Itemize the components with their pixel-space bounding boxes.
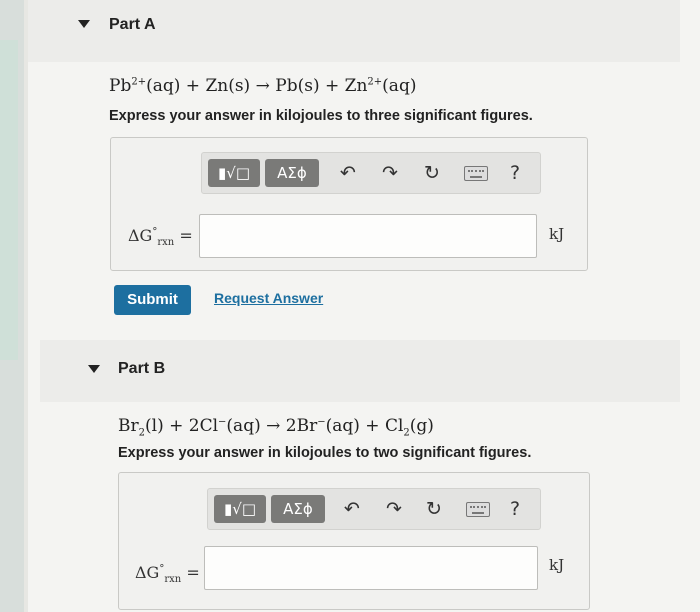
redo-icon[interactable]: ↷	[386, 497, 402, 521]
part-a-math-toolbar: ▮√□ ΑΣϕ ↶ ↷ ↻ ?	[201, 152, 541, 194]
part-b-title: Part B	[118, 360, 166, 377]
redo-icon[interactable]: ↷	[382, 161, 398, 185]
left-edge-strip	[0, 0, 24, 612]
left-edge-accent	[0, 40, 18, 360]
symbols-button[interactable]: ΑΣϕ	[271, 495, 325, 523]
part-a-equation: Pb2+(aq) + Zn(s) → Pb(s) + Zn2+(aq)	[109, 76, 417, 96]
part-a-unit: kJ	[549, 225, 565, 243]
part-b-unit: kJ	[549, 556, 565, 574]
help-icon[interactable]: ?	[510, 497, 520, 521]
part-a-expand-triangle-down-icon[interactable]	[78, 20, 90, 28]
part-b-answer-input[interactable]	[204, 546, 538, 590]
reset-icon[interactable]: ↻	[426, 497, 442, 521]
help-icon[interactable]: ?	[510, 161, 520, 185]
submit-button[interactable]: Submit	[114, 285, 191, 315]
templates-button[interactable]: ▮√□	[208, 159, 260, 187]
part-b-instruction: Express your answer in kilojoules to two…	[118, 445, 532, 461]
part-b-delta-g-label: ΔG°rxn =	[135, 563, 200, 586]
part-b-math-toolbar: ▮√□ ΑΣϕ ↶ ↷ ↻ ?	[207, 488, 541, 530]
undo-icon[interactable]: ↶	[340, 161, 356, 185]
symbols-button[interactable]: ΑΣϕ	[265, 159, 319, 187]
templates-button[interactable]: ▮√□	[214, 495, 266, 523]
keyboard-icon[interactable]	[466, 502, 490, 517]
request-answer-link[interactable]: Request Answer	[214, 290, 323, 306]
part-a-answer-input[interactable]	[199, 214, 537, 258]
undo-icon[interactable]: ↶	[344, 497, 360, 521]
part-a-title: Part A	[109, 16, 156, 33]
part-b-expand-triangle-down-icon[interactable]	[88, 365, 100, 373]
reset-icon[interactable]: ↻	[424, 161, 440, 185]
keyboard-icon[interactable]	[464, 166, 488, 181]
part-a-instruction: Express your answer in kilojoules to thr…	[109, 108, 533, 124]
part-b-equation: Br2(l) + 2Cl−(aq) → 2Br−(aq) + Cl2(g)	[118, 416, 434, 439]
part-a-delta-g-label: ΔG°rxn =	[128, 226, 193, 249]
